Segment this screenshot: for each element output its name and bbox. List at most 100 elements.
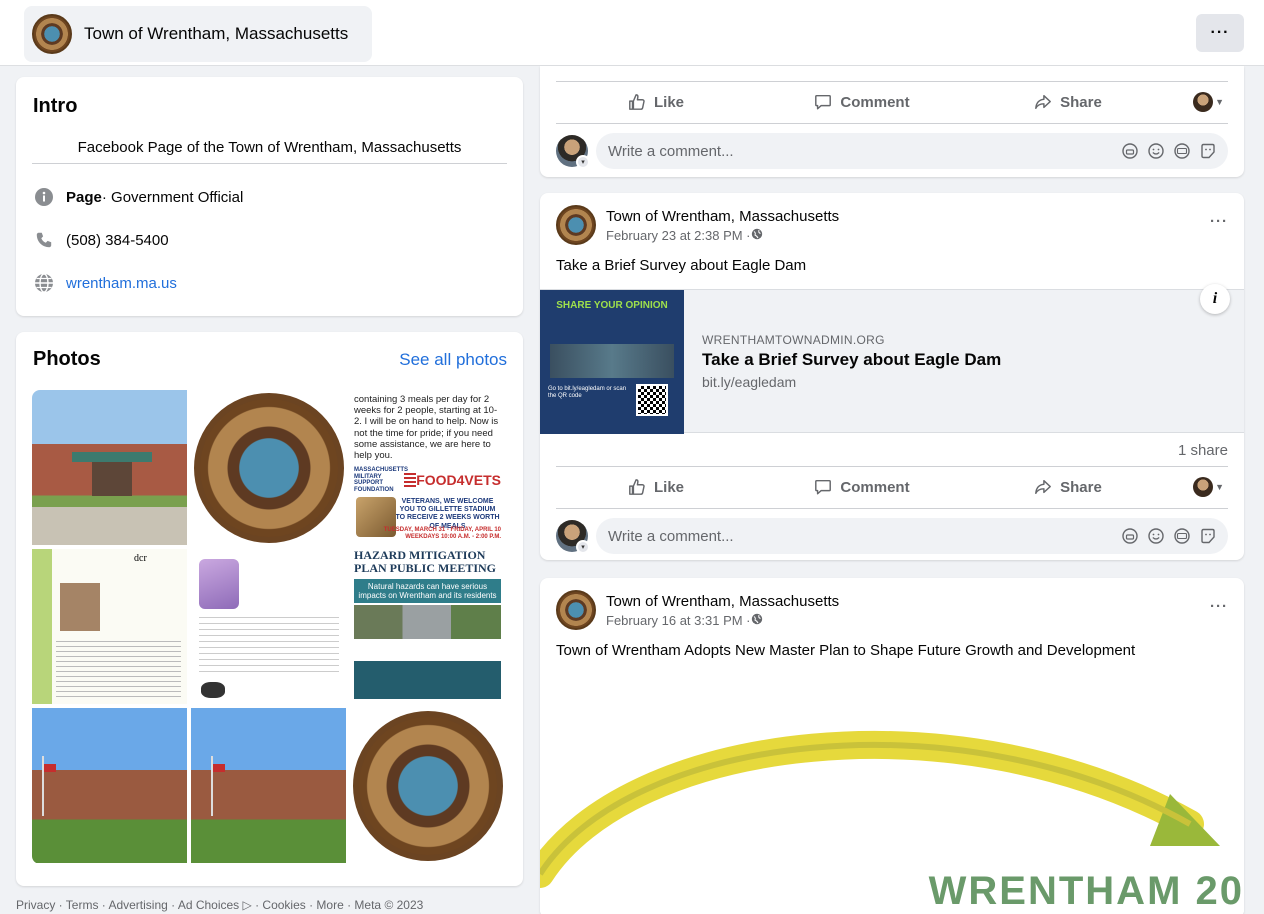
see-all-photos-link[interactable]: See all photos (399, 350, 507, 370)
reaction-profile-selector[interactable]: ▼ (1168, 92, 1228, 112)
page-name-chip[interactable]: Town of Wrentham, Massachusetts (24, 6, 372, 62)
more-options-button[interactable]: ··· (1196, 14, 1244, 52)
thumbnail-heading: SHARE YOUR OPINION (556, 300, 668, 311)
comment-button[interactable]: Comment (756, 93, 968, 111)
post-more-button[interactable]: ··· (1210, 213, 1228, 230)
gif-icon[interactable] (1174, 528, 1190, 544)
reaction-profile-selector[interactable]: ▼ (1168, 477, 1228, 497)
photo-tile-hazard-meeting[interactable]: HAZARD MITIGATION PLAN PUBLIC MEETING Na… (350, 549, 505, 704)
gif-icon[interactable] (1174, 143, 1190, 159)
hazard-flyer-info (354, 661, 501, 699)
post-meta: Town of Wrentham, Massachusetts February… (606, 593, 839, 628)
like-button[interactable]: Like (556, 93, 756, 111)
photo-tile-town-seal-2[interactable] (350, 708, 505, 863)
photo-tile-food4vets[interactable]: containing 3 meals per day for 2 weeks f… (350, 390, 505, 545)
flag-icon (404, 473, 417, 488)
share-label: Share (1060, 93, 1102, 111)
share-button[interactable]: Share (968, 478, 1168, 496)
comment-button[interactable]: Comment (756, 478, 968, 496)
town-seal-avatar (32, 14, 72, 54)
building-path (32, 507, 187, 545)
town-seal-avatar[interactable] (556, 590, 596, 630)
post-eagle-dam-survey: Town of Wrentham, Massachusetts February… (540, 193, 1244, 560)
emoji-icon[interactable] (1148, 143, 1164, 159)
link-domain: WRENTHAMTOWNADMIN.ORG (702, 333, 885, 347)
hazard-flyer-photos (354, 605, 501, 639)
photo-tile-town-seal[interactable] (191, 390, 346, 545)
intro-card: Intro Facebook Page of the Town of Wrent… (16, 77, 523, 316)
post-text: Take a Brief Survey about Eagle Dam (556, 257, 807, 274)
comment-tools (1122, 143, 1216, 159)
dcr-logo: dcr (134, 553, 147, 564)
sticker-icon[interactable] (1200, 143, 1216, 159)
comment-tools (1122, 528, 1216, 544)
post-separator (556, 123, 1228, 124)
thumbs-up-icon (628, 478, 646, 496)
photo-tile-town-hall-2[interactable] (191, 708, 346, 863)
thumbnail-photo (550, 344, 674, 378)
post-separator (556, 508, 1228, 509)
user-avatar[interactable]: ▾ (556, 135, 590, 169)
comment-placeholder: Write a comment... (608, 142, 734, 160)
share-arrow-icon (1034, 478, 1052, 496)
post-more-button[interactable]: ··· (1210, 598, 1228, 615)
globe-icon (751, 228, 763, 243)
globe-icon (34, 273, 54, 293)
like-button[interactable]: Like (556, 478, 756, 496)
page-top-bar: Town of Wrentham, Massachusetts ··· (0, 0, 1264, 66)
post-author[interactable]: Town of Wrentham, Massachusetts (606, 593, 839, 610)
photos-grid: containing 3 meals per day for 2 weeks f… (32, 390, 507, 864)
footer-links[interactable]: Privacy · Terms · Advertising · Ad Choic… (16, 898, 423, 912)
phone-number[interactable]: (508) 384-5400 (66, 232, 169, 249)
link-preview-thumbnail: SHARE YOUR OPINION Go to bit.ly/eagledam… (540, 290, 684, 434)
flyer-text-lines (56, 641, 181, 697)
intro-phone-row: (508) 384-5400 (34, 230, 169, 250)
post-time-text: February 16 at 3:31 PM · (606, 612, 751, 628)
comment-input[interactable]: Write a comment... (596, 518, 1228, 554)
comment-input[interactable]: Write a comment... (596, 133, 1228, 169)
user-avatar-small (1193, 477, 1214, 497)
food-flyer-text: containing 3 meals per day for 2 weeks f… (354, 394, 499, 462)
avatar-sticker-icon[interactable] (1122, 143, 1138, 159)
link-preview-card[interactable]: SHARE YOUR OPINION Go to bit.ly/eagledam… (540, 284, 1244, 434)
town-seal-avatar[interactable] (556, 205, 596, 245)
hazard-flyer-band: Natural hazards can have serious impacts… (354, 579, 501, 603)
food-flyer-date: TUESDAY, MARCH 31 - FRIDAY, APRIL 10 WEE… (383, 526, 501, 540)
thumbs-up-icon (628, 93, 646, 111)
photo-tile-town-hall-1[interactable] (32, 708, 187, 863)
hazard-flyer-title: HAZARD MITIGATION PLAN PUBLIC MEETING (354, 549, 497, 576)
wrentham-wordmark: WRENTHAM 20 (928, 869, 1244, 913)
paw-icon (201, 682, 225, 698)
post-meta: Town of Wrentham, Massachusetts February… (606, 208, 839, 243)
photo-tile-library[interactable] (32, 390, 187, 545)
sticker-icon[interactable] (1200, 528, 1216, 544)
share-count[interactable]: 1 share (1178, 442, 1228, 459)
photos-card: Photos See all photos containing 3 meals… (16, 332, 523, 886)
avatar-sticker-icon[interactable] (1122, 528, 1138, 544)
emoji-icon[interactable] (1148, 528, 1164, 544)
post-author[interactable]: Town of Wrentham, Massachusetts (606, 208, 839, 225)
user-avatar[interactable]: ▾ (556, 520, 590, 554)
food-flyer-brand-row: MASSACHUSETTS MILITARY SUPPORT FOUNDATIO… (354, 467, 501, 493)
flyer-green-bar (32, 549, 52, 704)
info-i-icon[interactable]: i (1200, 284, 1230, 314)
website-link[interactable]: wrentham.ma.us (66, 275, 177, 292)
flyer-image (60, 583, 100, 631)
flagpole-icon (42, 756, 56, 816)
share-button[interactable]: Share (968, 93, 1168, 111)
globe-icon (751, 613, 763, 628)
chevron-down-icon: ▾ (576, 540, 590, 554)
post-timestamp[interactable]: February 16 at 3:31 PM · (606, 613, 839, 628)
photo-tile-dog-waste-flyer[interactable] (191, 549, 346, 704)
photos-title: Photos (33, 348, 101, 370)
building-roof (72, 452, 152, 462)
post-master-plan: Town of Wrentham, Massachusetts February… (540, 578, 1244, 914)
photo-tile-dcr-flyer[interactable]: dcr (32, 549, 187, 704)
comment-label: Comment (840, 478, 910, 496)
post-image[interactable]: WRENTHAM 20 (540, 674, 1244, 914)
town-seal-image (193, 392, 344, 543)
post-timestamp[interactable]: February 23 at 2:38 PM · (606, 228, 839, 243)
intro-website-row: wrentham.ma.us (34, 273, 177, 293)
comment-label: Comment (840, 93, 910, 111)
phone-icon (34, 230, 54, 250)
